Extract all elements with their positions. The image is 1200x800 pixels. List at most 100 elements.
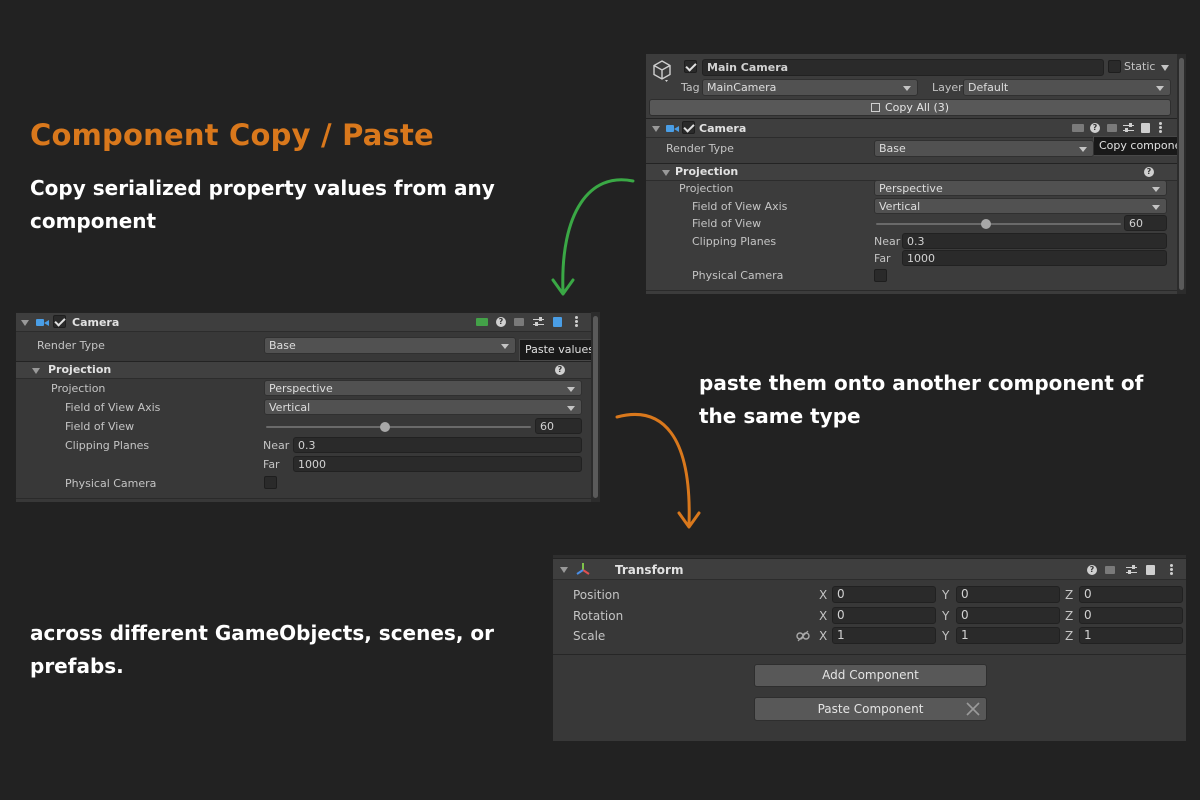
panel-bottom-divider <box>16 498 591 499</box>
transform-axes-icon <box>576 563 590 575</box>
component-title: Camera <box>699 122 747 135</box>
static-dropdown-icon[interactable] <box>1161 65 1169 71</box>
rotation-y-field[interactable]: 0 <box>956 607 1060 624</box>
gameobject-cube-icon <box>653 60 671 82</box>
copy-icon <box>870 103 880 112</box>
fov-slider-track[interactable] <box>266 426 531 428</box>
help-icon[interactable]: ? <box>1087 565 1097 575</box>
copy-all-label: Copy All (3) <box>884 101 950 114</box>
physical-camera-checkbox[interactable] <box>874 269 887 282</box>
static-checkbox[interactable] <box>1108 60 1121 73</box>
foldout-icon[interactable] <box>560 567 568 573</box>
scale-x-field[interactable]: 1 <box>832 627 936 644</box>
help-icon[interactable]: ? <box>1090 123 1100 133</box>
far-label: Far <box>874 252 891 265</box>
axis-x-label: X <box>819 609 828 623</box>
position-x-field[interactable]: 0 <box>832 586 936 603</box>
copy-component-tooltip: Copy component <box>1093 136 1186 156</box>
fov-axis-dropdown[interactable]: Vertical <box>264 399 582 415</box>
projection-dropdown[interactable]: Perspective <box>874 180 1167 196</box>
video-icon <box>1107 124 1117 132</box>
tag-label: Tag <box>681 81 700 94</box>
add-component-button[interactable]: Add Component <box>754 664 987 687</box>
tag-dropdown[interactable]: MainCamera <box>702 79 918 96</box>
position-z-field[interactable]: 0 <box>1079 586 1183 603</box>
scrollbar[interactable] <box>1177 54 1186 294</box>
projection-foldout-icon[interactable] <box>32 368 40 374</box>
target-inspector-panel: Camera ? Paste values Render Type Base P… <box>16 312 600 502</box>
far-label: Far <box>263 458 280 471</box>
fov-value-field[interactable]: 60 <box>1124 215 1167 231</box>
near-field[interactable]: 0.3 <box>902 233 1167 249</box>
projection-foldout-icon[interactable] <box>662 170 670 176</box>
preset-sliders-icon[interactable] <box>533 317 544 327</box>
preset-sliders-icon[interactable] <box>1123 123 1134 133</box>
paste-component-label: Paste Component <box>817 702 924 716</box>
scrollbar-thumb[interactable] <box>1179 58 1184 290</box>
fov-slider-handle[interactable] <box>981 219 992 229</box>
paste-component-button[interactable]: Paste Component <box>754 697 987 721</box>
paste-values-tooltip: Paste values <box>519 339 600 361</box>
far-field[interactable]: 1000 <box>902 250 1167 266</box>
axis-z-label: Z <box>1065 629 1074 643</box>
fov-label: Field of View <box>692 217 762 230</box>
projection-label: Projection <box>51 382 106 395</box>
slide-title: Component Copy / Paste <box>30 118 434 152</box>
fov-slider-track[interactable] <box>876 223 1121 225</box>
camera-enabled-checkbox[interactable] <box>682 121 695 134</box>
more-icon[interactable] <box>1159 122 1162 133</box>
camera-enabled-checkbox[interactable] <box>53 315 66 328</box>
row-label: Rotation <box>573 609 624 623</box>
clipboard-icon[interactable] <box>553 317 562 327</box>
render-type-dropdown[interactable]: Base <box>264 337 516 354</box>
preset-sliders-icon[interactable] <box>1126 565 1137 575</box>
more-icon[interactable] <box>1170 564 1173 575</box>
foldout-icon[interactable] <box>21 320 29 326</box>
scale-y-field[interactable]: 1 <box>956 627 1060 644</box>
projection-label: Projection <box>679 182 734 195</box>
row-label: Scale <box>573 629 606 643</box>
rotation-z-field[interactable]: 0 <box>1079 607 1183 624</box>
source-inspector-panel: Main Camera Static Tag MainCamera Layer … <box>646 54 1186 294</box>
camera-icon <box>666 124 679 133</box>
fov-axis-label: Field of View Axis <box>692 200 788 213</box>
orange-arrow-icon <box>615 412 701 529</box>
fov-axis-dropdown[interactable]: Vertical <box>874 198 1167 214</box>
screen-icon <box>476 318 488 326</box>
video-icon <box>514 318 524 326</box>
projection-help-icon[interactable]: ? <box>1144 167 1154 177</box>
object-name-field[interactable]: Main Camera <box>702 59 1104 76</box>
projection-dropdown[interactable]: Perspective <box>264 380 582 396</box>
close-icon[interactable] <box>965 701 981 717</box>
scrollbar-thumb[interactable] <box>593 316 598 498</box>
clipboard-icon[interactable] <box>1146 565 1155 575</box>
axis-y-label: Y <box>942 588 950 602</box>
rotation-x-field[interactable]: 0 <box>832 607 936 624</box>
scale-z-field[interactable]: 1 <box>1079 627 1183 644</box>
projection-section-title: Projection <box>48 363 112 376</box>
projection-help-icon[interactable]: ? <box>555 365 565 375</box>
fov-value-field[interactable]: 60 <box>535 418 582 434</box>
fov-slider-handle[interactable] <box>380 422 391 432</box>
component-title: Transform <box>615 563 684 577</box>
render-type-dropdown[interactable]: Base <box>874 140 1094 157</box>
active-checkbox[interactable] <box>684 60 697 73</box>
layer-label: Layer <box>932 81 963 94</box>
position-y-field[interactable]: 0 <box>956 586 1060 603</box>
axis-z-label: Z <box>1065 588 1074 602</box>
caption-paste: paste them onto another component of the… <box>699 371 1144 428</box>
help-icon[interactable]: ? <box>496 317 506 327</box>
layer-dropdown[interactable]: Default <box>963 79 1171 96</box>
physical-camera-checkbox[interactable] <box>264 476 277 489</box>
link-icon[interactable] <box>796 630 810 642</box>
more-icon[interactable] <box>575 316 578 327</box>
clipping-planes-label: Clipping Planes <box>65 439 150 452</box>
near-label: Near <box>874 235 901 248</box>
far-field[interactable]: 1000 <box>293 456 582 472</box>
near-field[interactable]: 0.3 <box>293 437 582 453</box>
video-icon <box>1105 566 1115 574</box>
clipboard-icon[interactable] <box>1141 123 1150 133</box>
copy-all-button[interactable]: Copy All (3) <box>649 99 1171 116</box>
scrollbar[interactable] <box>591 312 600 502</box>
foldout-icon[interactable] <box>652 126 660 132</box>
